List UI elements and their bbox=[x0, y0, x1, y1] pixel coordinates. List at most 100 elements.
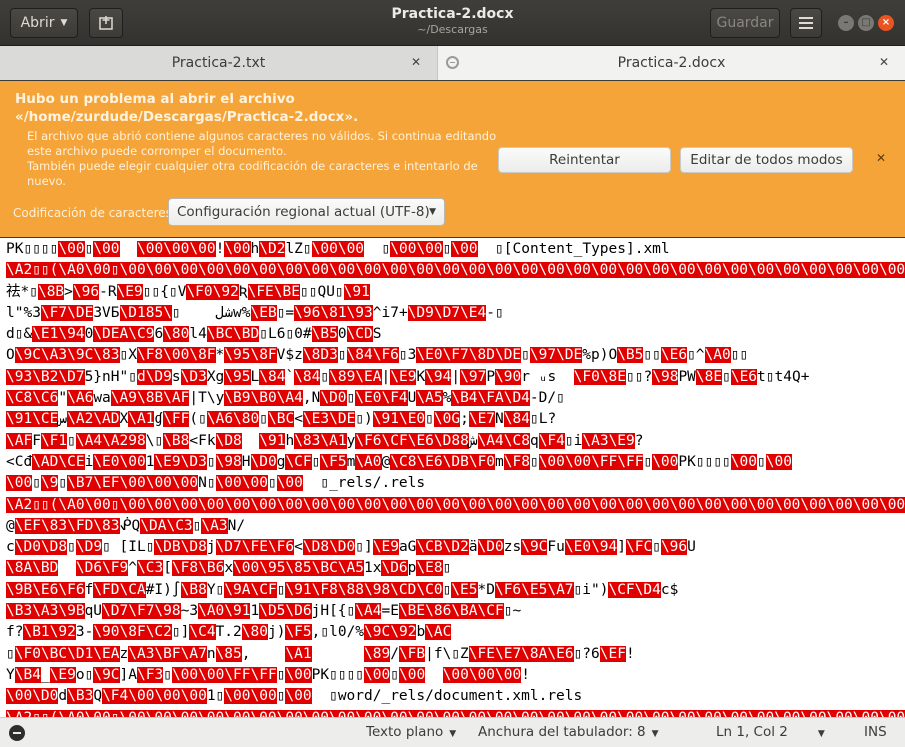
text-segment: ▯ bbox=[722, 368, 731, 385]
open-button-label: Abrir bbox=[20, 15, 55, 31]
invalid-bytes: \00\00\FF\FF bbox=[171, 666, 277, 683]
text-segment: Xg bbox=[206, 368, 225, 385]
syntax-selector[interactable]: Texto plano ▼ bbox=[366, 724, 456, 740]
text-segment: ▯ bbox=[521, 347, 530, 364]
invalid-bytes: \91\CE bbox=[6, 411, 59, 428]
invalid-bytes: \A3\E9 bbox=[582, 432, 635, 449]
text-segment: <Cđ bbox=[6, 453, 33, 470]
invalid-bytes: \00\00 bbox=[215, 475, 268, 492]
text-segment: l4 bbox=[189, 326, 207, 343]
cursor-position-selector[interactable]: Ln 1, Col 2 ▼ bbox=[716, 724, 825, 740]
text-segment: |T\y bbox=[189, 390, 225, 407]
invalid-bytes: \A2▯▯(\A0\00▯\00\00\00\00\00\00\00\00\00… bbox=[6, 709, 905, 717]
invalid-bytes: \CF bbox=[285, 453, 312, 470]
invalid-bytes: \E7 bbox=[468, 411, 496, 428]
invalid-bytes: \B1\92 bbox=[23, 624, 76, 641]
text-segment: ] bbox=[617, 539, 627, 556]
invalid-bytes: \A2▯▯(\A0\00▯\00\00\00\00\00\00\00\00\00… bbox=[6, 496, 905, 513]
new-document-button[interactable] bbox=[89, 8, 123, 38]
editor-line: f?\B1\923-\90\8F\C2▯]\C4T.2\80j)\F5,▯l0/… bbox=[0, 622, 905, 643]
invalid-bytes: \C4 bbox=[189, 624, 216, 641]
text-segment: ▯ bbox=[529, 453, 539, 470]
invalid-bytes: \00 bbox=[451, 241, 478, 257]
close-tab-icon[interactable]: ✕ bbox=[879, 55, 889, 69]
invalid-bytes: \C9 bbox=[128, 326, 155, 343]
text-segment: ▯~ bbox=[503, 603, 522, 620]
text-segment: ▯▯? bbox=[626, 368, 653, 385]
text-segment: c$ bbox=[660, 581, 679, 598]
text-segment: 1x bbox=[364, 560, 382, 577]
tab-practica-2-docx[interactable]: Practica-2.docx ✕ bbox=[438, 46, 905, 80]
invalid-bytes: \D0 bbox=[250, 453, 277, 470]
invalid-bytes: \91\E0 bbox=[372, 411, 426, 428]
edit-anyway-button[interactable]: Editar de todos modos bbox=[680, 147, 853, 173]
text-segment: r ᵤs bbox=[521, 368, 574, 385]
text-segment: jH[{▯ bbox=[311, 603, 356, 620]
open-button[interactable]: Abrir ▼ bbox=[10, 8, 78, 38]
text-segment: 祛*▯ bbox=[6, 283, 38, 300]
invalid-bytes: \89\EA bbox=[329, 368, 382, 385]
text-segment: ▯ bbox=[67, 539, 76, 556]
editor-line: \91\CEس\A2\ADX\A1ɠ\FF(▯\A6\80▯\BC<\E3\DE… bbox=[0, 409, 905, 430]
hamburger-menu-button[interactable] bbox=[790, 8, 822, 38]
invalid-bytes: \00 bbox=[765, 453, 792, 470]
text-segment: @ bbox=[6, 517, 15, 534]
maximize-icon[interactable]: □ bbox=[858, 15, 874, 31]
invalid-bytes: \00 bbox=[652, 453, 679, 470]
invalid-bytes: \F8 bbox=[503, 453, 530, 470]
invalid-bytes: \8A\BD bbox=[6, 560, 59, 577]
text-segment bbox=[120, 241, 137, 257]
text-segment: ▯ bbox=[364, 241, 391, 257]
invalid-bytes: \F6\CF\E6\D88 bbox=[355, 432, 469, 449]
close-infobar-icon[interactable]: ✕ bbox=[876, 151, 886, 165]
close-tab-icon[interactable]: ✕ bbox=[411, 55, 421, 69]
invalid-bytes: \83 bbox=[294, 432, 321, 449]
invalid-bytes: \B9\B0\A4 bbox=[224, 390, 303, 407]
invalid-bytes: \E5 bbox=[451, 581, 478, 598]
invalid-bytes: \A0 bbox=[355, 453, 382, 470]
invalid-bytes: \A0\91 bbox=[198, 603, 251, 620]
text-segment: zs bbox=[503, 539, 522, 556]
text-segment: -R bbox=[99, 283, 117, 300]
save-button[interactable]: Guardar bbox=[710, 8, 780, 38]
invalid-bytes: \A0 bbox=[704, 347, 731, 364]
text-editor[interactable]: PK▯▯▯▯\00▯\00 \00\00\00!\00h\D2lZ▯\00\00… bbox=[0, 238, 905, 717]
text-segment: ! bbox=[625, 645, 635, 662]
invalid-bytes: \00\00 bbox=[311, 241, 365, 257]
invalid-bytes: \92 bbox=[212, 283, 239, 300]
text-segment: ? bbox=[634, 432, 644, 449]
invalid-bytes: \B4 bbox=[14, 666, 41, 683]
text-segment: x bbox=[224, 560, 234, 577]
retry-button[interactable]: Reintentar bbox=[498, 147, 671, 173]
text-segment: qU bbox=[84, 603, 103, 620]
invalid-bytes: \00 bbox=[276, 475, 303, 492]
invalid-bytes: \A2\AD bbox=[67, 411, 120, 428]
text-segment: < bbox=[294, 539, 303, 556]
minimize-icon[interactable]: – bbox=[838, 15, 854, 31]
invalid-bytes: \90 bbox=[495, 368, 522, 385]
editor-line: \AFF\F1▯\A4\A298\▯\B8<Fk\D8 \91h\83\A1y\… bbox=[0, 431, 905, 452]
text-segment: Q bbox=[93, 688, 103, 705]
invalid-bytes: \00 bbox=[364, 666, 391, 683]
tab-width-selector[interactable]: Anchura del tabulador: 8 ▼ bbox=[478, 724, 659, 740]
encoding-select[interactable]: Configuración regional actual (UTF-8) ▼ bbox=[168, 198, 445, 226]
invalid-bytes: \C3 bbox=[136, 560, 164, 577]
tab-practica-2-txt[interactable]: Practica-2.txt ✕ bbox=[0, 46, 438, 80]
editor-line: d▯&\E1\940\DEA\C96\80l4\BC\BD▯L6▯0#\B50\… bbox=[0, 324, 905, 345]
remove-panel-icon[interactable] bbox=[9, 725, 25, 741]
invalid-bytes: \F0\8E bbox=[573, 368, 627, 385]
text-segment: ▯ bbox=[346, 390, 356, 407]
invalid-bytes: \9B\E6\F6 bbox=[6, 581, 85, 598]
editor-line: l"%3\F7\DE3VБ\D1 شل ▯\85 w%\EB▯=\96\81\93^… bbox=[0, 303, 905, 324]
close-window-icon[interactable]: × bbox=[878, 15, 894, 31]
invalid-bytes: \A4 bbox=[355, 603, 382, 620]
chevron-down-icon: ▼ bbox=[449, 729, 457, 739]
text-segment: wa bbox=[93, 390, 111, 407]
invalid-bytes: \CB\D2 bbox=[416, 539, 469, 556]
document-tabs: Practica-2.txt ✕ Practica-2.docx ✕ bbox=[0, 46, 905, 80]
invalid-bytes: \9C\92 bbox=[364, 624, 417, 641]
invalid-bytes: \96\81\93 bbox=[294, 304, 373, 321]
invalid-bytes: \BE bbox=[273, 283, 300, 300]
text-segment: ▯i") bbox=[573, 581, 609, 598]
encoding-select-value: Configuración regional actual (UTF-8) bbox=[177, 204, 430, 220]
